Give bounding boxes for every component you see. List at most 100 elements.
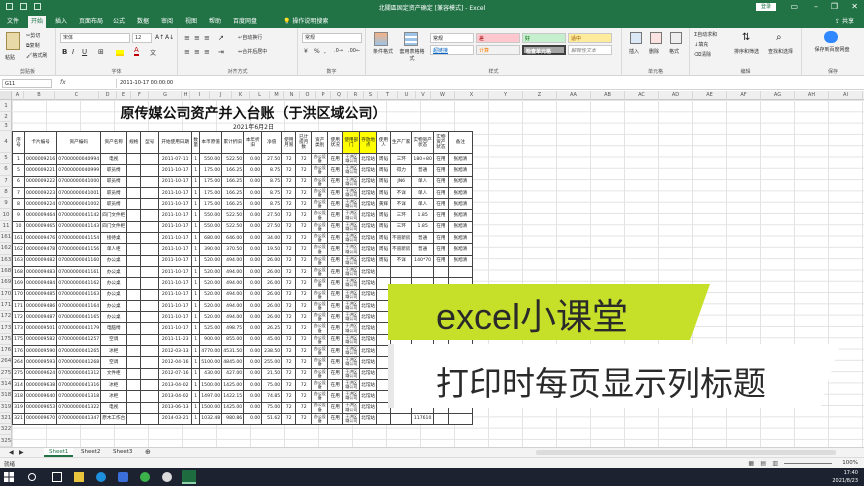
table-cell[interactable]: 07000000041156 [56, 243, 102, 256]
table-cell[interactable]: 接待桌 [100, 232, 128, 245]
merge-center-button[interactable]: ⇔合并后居中 [238, 48, 267, 55]
table-cell[interactable]: 07000000041142 [56, 209, 102, 222]
formula-input[interactable]: 2011-10-17 00:00:00 [116, 79, 860, 88]
table-cell[interactable]: 72 [295, 367, 313, 380]
table-cell[interactable]: 07000000041316 [56, 378, 102, 392]
table-cell[interactable]: 张旭清 [447, 209, 473, 222]
table-cell[interactable]: 办公设备 [311, 288, 329, 301]
table-cell[interactable]: 72 [295, 186, 313, 200]
table-cell[interactable]: 319 [12, 401, 25, 414]
table-cell[interactable]: 张旭清 [447, 175, 473, 188]
table-cell[interactable]: 900.00 [199, 333, 223, 347]
column-header[interactable]: A [12, 91, 24, 100]
fill-color-icon[interactable] [116, 50, 124, 56]
column-heading[interactable]: 本年折旧 [243, 131, 263, 154]
table-cell[interactable]: 在用 [432, 164, 449, 177]
tab-home[interactable]: 开始 [28, 16, 47, 28]
table-cell[interactable] [432, 299, 449, 313]
table-cell[interactable] [390, 412, 413, 426]
table-cell[interactable] [126, 254, 142, 267]
table-cell[interactable]: 张旭清 [447, 164, 473, 177]
minimize-icon[interactable]: – [814, 2, 818, 11]
table-cell[interactable]: 1 [191, 367, 201, 380]
table-cell[interactable] [411, 277, 434, 290]
fill-button[interactable]: ↓填充 [694, 41, 708, 48]
table-cell[interactable]: 于洪区域公司 [342, 265, 361, 279]
table-cell[interactable] [390, 356, 413, 369]
table-cell[interactable] [390, 378, 413, 392]
column-header[interactable]: W [431, 91, 455, 100]
table-cell[interactable]: 办公设备 [311, 322, 329, 335]
table-cell[interactable] [432, 333, 449, 347]
table-cell[interactable]: 275 [12, 367, 25, 380]
table-cell[interactable]: 普通 [411, 232, 434, 245]
table-cell[interactable]: 1 [191, 333, 201, 347]
column-header[interactable]: AF [727, 91, 761, 100]
table-cell[interactable]: 0.00 [243, 265, 263, 279]
table-cell[interactable]: 在用 [327, 390, 344, 403]
table-cell[interactable]: 72 [295, 265, 313, 279]
table-cell[interactable]: 427.00 [221, 367, 245, 380]
paste-icon[interactable] [6, 32, 20, 50]
table-cell[interactable]: 5 [12, 164, 25, 177]
table-cell[interactable]: 单人柜 [100, 243, 128, 256]
table-format-icon[interactable] [404, 32, 418, 46]
table-cell[interactable]: 0.00 [243, 209, 263, 222]
table-cell[interactable] [411, 311, 434, 324]
comma-icon[interactable]: , [324, 48, 326, 55]
table-cell[interactable]: 办公设备 [311, 333, 329, 347]
shrink-font-icon[interactable]: A↓ [165, 34, 174, 41]
table-cell[interactable] [126, 401, 142, 414]
table-cell[interactable]: 26.00 [261, 277, 283, 290]
zoom-slider[interactable] [784, 463, 832, 464]
table-cell[interactable]: 169 [12, 277, 25, 290]
table-cell[interactable]: 26.00 [261, 288, 283, 301]
table-cell[interactable]: 26.00 [261, 311, 283, 324]
page-layout-view-icon[interactable]: ▤ [760, 460, 766, 467]
table-cell[interactable] [411, 367, 434, 380]
table-cell[interactable] [140, 378, 160, 392]
table-cell[interactable]: 72 [281, 367, 297, 380]
table-cell[interactable]: 周韬 [376, 209, 392, 222]
table-cell[interactable]: 在用 [327, 412, 344, 426]
table-cell[interactable]: 办公桌 [100, 299, 128, 313]
table-cell[interactable]: 7 [12, 186, 25, 200]
table-cell[interactable]: 370.50 [221, 243, 245, 256]
table-cell[interactable]: 办公设备 [311, 311, 329, 324]
format-cells-button[interactable]: 格式 [669, 48, 679, 55]
column-header[interactable]: G [149, 91, 182, 100]
wrap-text-button[interactable]: ↵自动换行 [238, 34, 262, 41]
table-cell[interactable]: 34.00 [261, 232, 283, 245]
table-cell[interactable]: 0000009223 [23, 186, 58, 200]
table-cell[interactable]: 07000000041162 [56, 277, 102, 290]
column-heading[interactable]: 使用月限 [281, 131, 297, 154]
number-format-select[interactable]: 常规 [302, 33, 362, 43]
add-sheet-icon[interactable]: ⊕ [140, 448, 156, 457]
table-cell[interactable]: 4845.00 [221, 356, 245, 369]
table-cell[interactable] [140, 243, 160, 256]
table-cell[interactable] [376, 265, 392, 279]
table-cell[interactable]: 2011-10-17 [158, 198, 193, 211]
table-cell[interactable]: 72 [295, 322, 313, 335]
column-header[interactable]: Z [523, 91, 557, 100]
table-format-button[interactable]: 套用表格格式 [398, 48, 426, 62]
table-cell[interactable] [126, 209, 142, 222]
table-cell[interactable]: 办公设备 [311, 152, 329, 166]
table-cell[interactable]: 在用 [327, 175, 344, 188]
table-cell[interactable]: 周韬 [376, 175, 392, 188]
share-button[interactable]: ⇪ 共享 [835, 16, 854, 28]
table-cell[interactable]: 不详 [390, 198, 413, 211]
table-cell[interactable]: 980.86 [221, 412, 245, 426]
table-cell[interactable]: 07000000041163 [56, 288, 102, 301]
table-cell[interactable]: 550.00 [199, 209, 223, 222]
table-cell[interactable]: 在用 [432, 243, 449, 256]
delete-cells-icon[interactable] [650, 32, 662, 44]
table-cell[interactable] [432, 401, 449, 414]
row-header[interactable]: 318 [0, 390, 12, 402]
table-cell[interactable] [140, 345, 160, 358]
cut-button[interactable]: ✂剪切 [26, 32, 40, 39]
table-cell[interactable]: 0.00 [243, 175, 263, 188]
table-cell[interactable]: 1 [191, 265, 201, 279]
table-cell[interactable] [140, 299, 160, 313]
table-cell[interactable]: 于洪区域公司 [342, 175, 361, 188]
